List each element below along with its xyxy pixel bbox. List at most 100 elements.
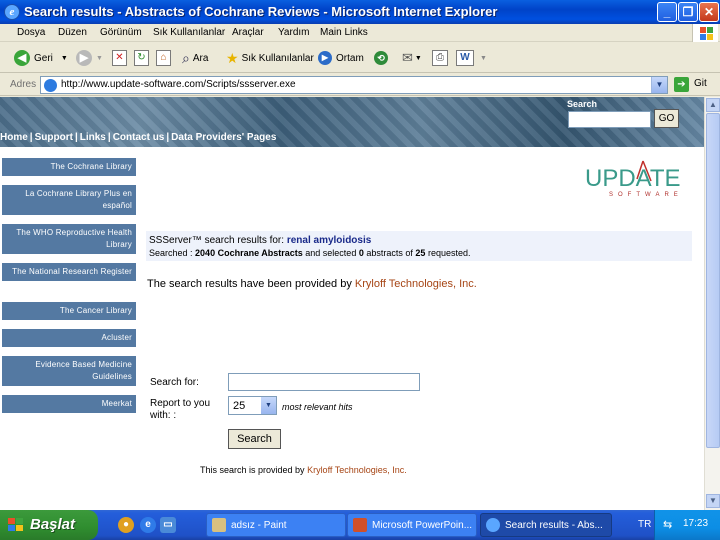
minimize-button[interactable]: _ (657, 2, 677, 22)
task-powerpoint-label: Microsoft PowerPoin... (372, 520, 473, 531)
sidebar-item-acluster[interactable]: Acluster (2, 329, 136, 347)
footer-link[interactable]: Kryloff Technologies, Inc. (307, 465, 407, 475)
task-ie-label: Search results - Abs... (505, 520, 603, 531)
task-paint[interactable]: adsız - Paint (206, 513, 346, 537)
toolbar: ◀ Geri ▼ ▶ ▼ ✕ ↻ ⌂ ⌕ Ara ★ Sık Kullanıla… (0, 43, 720, 73)
address-url: http://www.update-software.com/Scripts/s… (61, 79, 296, 90)
divider (146, 297, 693, 298)
search-submit-button[interactable]: Search (228, 429, 281, 449)
back-button[interactable]: ◀ Geri ▼ (14, 48, 68, 68)
site-banner: Search GO Home | Support | Links | Contact us |… (0, 97, 704, 147)
task-powerpoint[interactable]: Microsoft PowerPoin... (347, 513, 477, 537)
menu-tools[interactable]: Araçlar (232, 27, 264, 38)
banner-go-button[interactable]: GO (654, 109, 679, 128)
back-label: Geri (34, 52, 53, 64)
address-label: Adres (10, 79, 37, 90)
provided-link[interactable]: Kryloff Technologies, Inc. (355, 278, 477, 290)
refresh-button[interactable]: ↻ (134, 48, 149, 68)
menu-main-links[interactable]: Main Links (320, 27, 368, 38)
provided-text: The search results have been provided by (147, 278, 352, 290)
chevron-down-icon[interactable]: ▼ (651, 77, 667, 93)
star-icon: ★ (226, 49, 239, 66)
print-button[interactable]: ⎙ (432, 48, 448, 68)
quicklaunch-ie-icon[interactable]: e (140, 517, 156, 533)
sidebar-item-cochrane-plus[interactable]: La Cochrane Library Plus en español (2, 185, 136, 215)
search-icon: ⌕ (182, 49, 190, 66)
results-line-2: Searched : 2040 Cochrane Abstracts and s… (149, 248, 470, 258)
history-button[interactable]: ⟲ (374, 48, 392, 68)
nav-links[interactable]: Links (80, 132, 106, 143)
forward-button[interactable]: ▶ ▼ (76, 48, 103, 68)
searched-count: 2040 Cochrane Abstracts (195, 248, 303, 258)
ie-icon (486, 518, 500, 532)
start-label: Başlat (30, 516, 76, 533)
nav-support[interactable]: Support (35, 132, 73, 143)
requested-label: requested. (427, 248, 471, 258)
report-count-select[interactable]: 25 ▼ (228, 396, 277, 415)
start-button[interactable]: Başlat (0, 510, 98, 540)
network-icon[interactable]: ⇆ (663, 518, 672, 531)
banner-search-input[interactable] (568, 111, 651, 128)
nav-data-providers[interactable]: Data Providers' Pages (171, 132, 276, 143)
home-button[interactable]: ⌂ (156, 48, 171, 68)
search-button[interactable]: ⌕ Ara (182, 48, 208, 68)
divider (146, 269, 693, 270)
maximize-button[interactable]: ❐ (678, 2, 698, 22)
scroll-down-icon[interactable]: ▼ (706, 494, 720, 508)
powerpoint-icon (353, 518, 367, 532)
menu-favorites[interactable]: Sık Kullanılanlar (153, 27, 225, 38)
sidebar-item-ebm-guidelines[interactable]: Evidence Based Medicine Guidelines (2, 356, 136, 386)
sidebar-item-meerkat[interactable]: Meerkat (2, 395, 136, 413)
sidebar-item-who-reproductive[interactable]: The WHO Reproductive Health Library (2, 224, 136, 254)
task-paint-label: adsız - Paint (231, 520, 287, 531)
vertical-scrollbar[interactable]: ▲ ▼ (704, 97, 720, 510)
scroll-thumb[interactable] (706, 113, 720, 448)
task-ie[interactable]: Search results - Abs... (480, 513, 612, 537)
favorites-button[interactable]: ★ Sık Kullanılanlar (226, 48, 314, 68)
chevron-down-icon[interactable]: ▼ (480, 55, 487, 62)
selected-count: 0 (358, 248, 364, 258)
clock[interactable]: 17:23 (683, 518, 708, 529)
media-button[interactable]: ▶ Ortam (318, 48, 364, 68)
sidebar-item-cochrane-library[interactable]: The Cochrane Library (2, 158, 136, 176)
ie-icon: e (4, 4, 20, 20)
quicklaunch-desktop-icon[interactable]: ▭ (160, 517, 176, 533)
chevron-down-icon[interactable]: ▼ (261, 397, 276, 414)
scroll-up-icon[interactable]: ▲ (706, 98, 720, 112)
search-for-input[interactable] (228, 373, 420, 391)
quicklaunch-media-icon[interactable]: ● (118, 517, 134, 533)
results-line-1: SSServer™ search results for: renal amyl… (149, 235, 371, 246)
home-icon: ⌂ (156, 50, 171, 66)
language-indicator[interactable]: TR (638, 519, 651, 530)
media-icon: ▶ (318, 51, 332, 65)
menu-edit[interactable]: Düzen (58, 27, 87, 38)
page-viewport: Search GO Home | Support | Links | Contact us |… (0, 97, 704, 510)
chevron-down-icon[interactable]: ▼ (415, 55, 422, 62)
address-input[interactable]: http://www.update-software.com/Scripts/s… (40, 76, 668, 94)
close-button[interactable]: ✕ (699, 2, 719, 22)
window-title: Search results - Abstracts of Cochrane R… (24, 4, 498, 19)
menu-view[interactable]: Görünüm (100, 27, 142, 38)
print-icon: ⎙ (432, 50, 448, 66)
divider (146, 359, 693, 360)
title-bar: e Search results - Abstracts of Cochrane… (0, 0, 720, 24)
go-arrow-icon[interactable]: ➔ (674, 77, 689, 92)
provided-by: The search results have been provided by… (147, 278, 477, 290)
sidebar-item-national-research[interactable]: The National Research Register (2, 263, 136, 281)
stop-button[interactable]: ✕ (112, 48, 127, 68)
chevron-down-icon[interactable]: ▼ (96, 55, 103, 62)
taskbar: Başlat ● e ▭ adsız - Paint Microsoft Pow… (0, 510, 720, 540)
nav-home[interactable]: Home (0, 132, 28, 143)
paint-icon (212, 518, 226, 532)
nav-contact[interactable]: Contact us (113, 132, 165, 143)
chevron-down-icon[interactable]: ▼ (61, 55, 68, 62)
menu-help[interactable]: Yardım (278, 27, 310, 38)
mail-button[interactable]: ✉ ▼ (402, 48, 422, 68)
footer: This search is provided by Kryloff Techn… (200, 465, 407, 475)
menu-file[interactable]: Dosya (17, 27, 45, 38)
sidebar-item-cancer-library[interactable]: The Cancer Library (2, 302, 136, 320)
most-relevant-label: most relevant hits (282, 402, 353, 412)
favorites-label: Sık Kullanılanlar (241, 52, 314, 64)
go-button[interactable]: Git (694, 78, 707, 89)
edit-button[interactable]: W ▼ (456, 48, 487, 68)
